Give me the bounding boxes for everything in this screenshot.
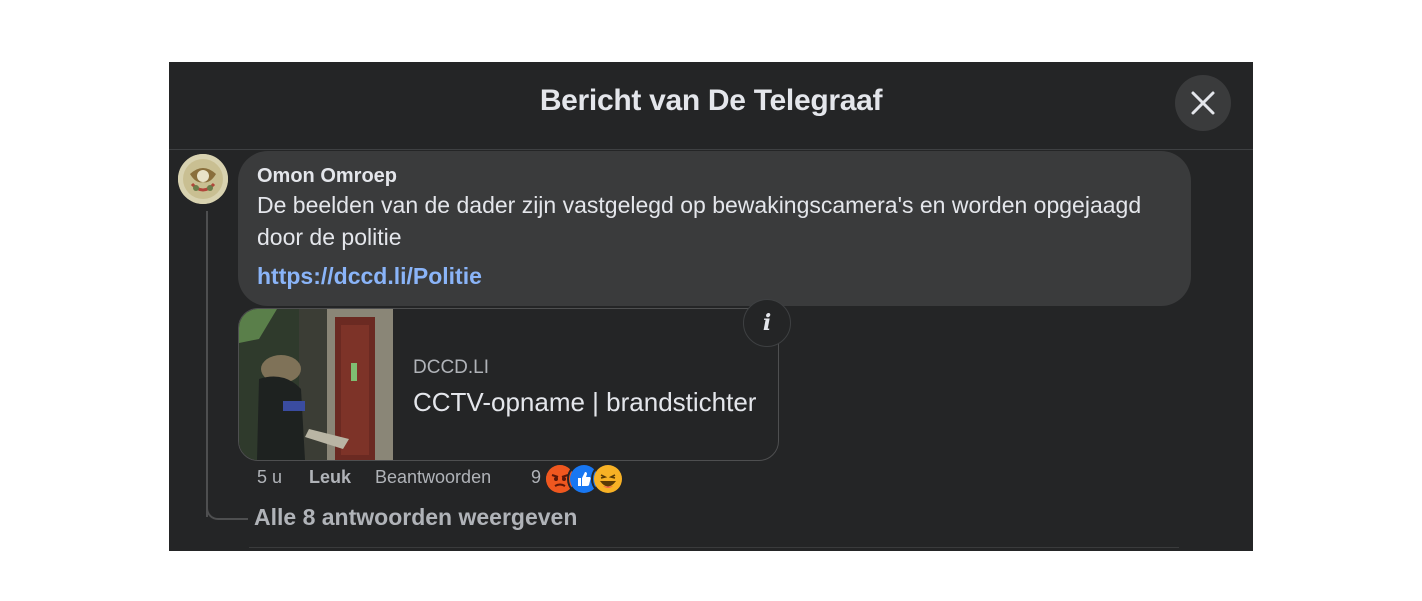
dialog-title: Bericht van De Telegraaf [539, 84, 883, 117]
reactions[interactable] [543, 462, 633, 496]
comment-author[interactable]: Omon Omroep [257, 165, 397, 188]
close-button[interactable] [1175, 75, 1231, 131]
link-preview-card[interactable]: DCCD.LI CCTV-opname | brandstichter [238, 308, 779, 461]
reaction-count[interactable]: 9 [531, 467, 541, 488]
view-more-replies-link[interactable]: Alle 8 antwoorden weergeven [254, 504, 577, 531]
haha-reaction-icon [591, 462, 625, 496]
thread-connector [206, 492, 248, 520]
thread-line [206, 211, 208, 517]
post-dialog: Bericht van De Telegraaf Omon Omroep De … [169, 62, 1253, 551]
info-button[interactable]: i [743, 299, 791, 347]
close-icon [1191, 91, 1215, 115]
comment-text: De beelden van de dader zijn vastgelegd … [257, 192, 1142, 250]
next-comment-edge [249, 547, 1179, 551]
comment-timestamp[interactable]: 5 u [257, 467, 282, 488]
link-preview-thumbnail [239, 309, 393, 460]
comment-bubble: Omon Omroep De beelden van de dader zijn… [238, 151, 1191, 306]
info-icon: i [762, 310, 772, 336]
reply-button[interactable]: Beantwoorden [375, 467, 491, 488]
comment-link[interactable]: https://dccd.li/Politie [257, 263, 482, 290]
dialog-header: Bericht van De Telegraaf [169, 62, 1253, 150]
link-preview-domain: DCCD.LI [413, 357, 490, 378]
like-button[interactable]: Leuk [309, 467, 351, 488]
avatar[interactable] [178, 154, 228, 204]
link-preview-title: CCTV-opname | brandstichter [413, 387, 757, 417]
